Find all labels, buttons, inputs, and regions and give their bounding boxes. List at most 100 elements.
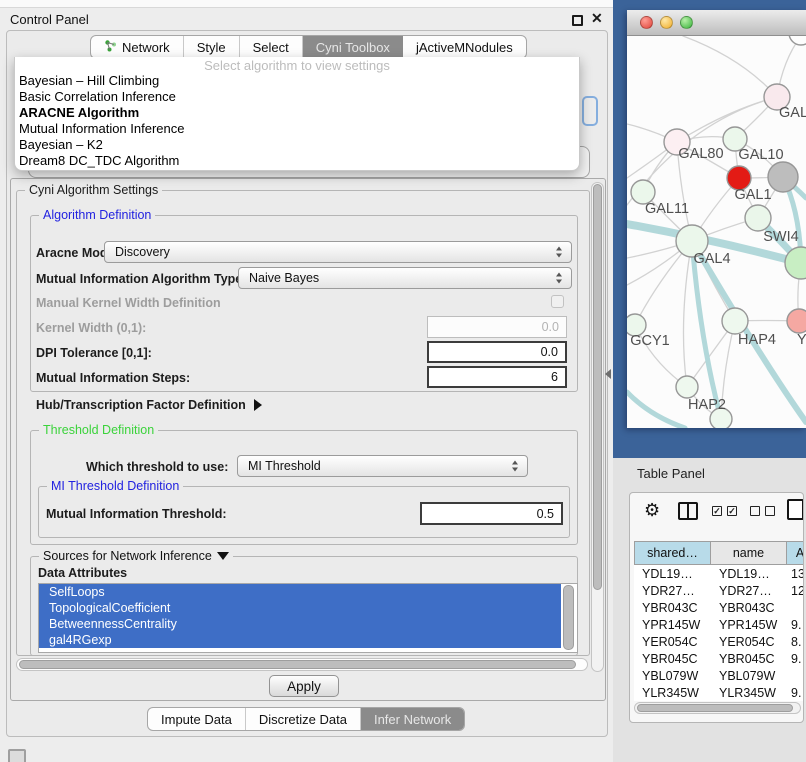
- attribute-item[interactable]: SelfLoops: [39, 584, 561, 600]
- tab-jactivemnodules[interactable]: jActiveMNodules: [403, 36, 526, 58]
- table-row[interactable]: YBL079WYBL079W: [634, 667, 804, 684]
- node-swi4[interactable]: [745, 205, 771, 231]
- table-cell[interactable]: 9.: [787, 686, 804, 700]
- manual-kernel-checkbox[interactable]: [551, 295, 564, 308]
- algorithm-option[interactable]: Bayesian – Hill Climbing: [15, 73, 579, 89]
- tab-impute-data[interactable]: Impute Data: [148, 708, 246, 730]
- tab-discretize-data[interactable]: Discretize Data: [246, 708, 361, 730]
- table-row[interactable]: YDR27…YDR27…12: [634, 582, 804, 599]
- attribute-item[interactable]: BetweennessCentrality: [39, 616, 561, 632]
- column-header[interactable]: name: [711, 541, 787, 565]
- settings-hscroll-thumb[interactable]: [19, 660, 576, 669]
- table-row[interactable]: YBR043CYBR043C: [634, 599, 804, 616]
- table-cell[interactable]: YDL19…: [634, 567, 711, 581]
- settings-gear-icon[interactable]: ⚙: [644, 501, 660, 519]
- table-cell[interactable]: YER054C: [711, 635, 787, 649]
- tab-infer-network[interactable]: Infer Network: [361, 708, 464, 730]
- table-hscroll-thumb[interactable]: [637, 704, 793, 712]
- cyni-settings-title: Cyni Algorithm Settings: [25, 183, 162, 197]
- collapsed-arrow-icon: [254, 399, 262, 411]
- network-window-titlebar[interactable]: [627, 10, 806, 36]
- table-cell[interactable]: 9.: [787, 618, 804, 632]
- close-icon[interactable]: ✕: [591, 10, 603, 27]
- tab-network[interactable]: Network: [91, 36, 184, 58]
- node-top[interactable]: [789, 36, 806, 45]
- node-hap2[interactable]: [676, 376, 698, 398]
- tab-cyni-toolbox[interactable]: Cyni Toolbox: [303, 36, 403, 58]
- minimize-traffic-light[interactable]: [660, 16, 673, 29]
- table-row[interactable]: YBR045CYBR045C9.: [634, 650, 804, 667]
- table-cell[interactable]: YDR27…: [634, 584, 711, 598]
- table-cell[interactable]: YDR27…: [711, 584, 787, 598]
- table-row[interactable]: YER054CYER054C8.: [634, 633, 804, 650]
- split-view-icon[interactable]: [678, 502, 698, 520]
- table-cell[interactable]: 12: [787, 584, 804, 598]
- dpi-tolerance-field[interactable]: 0.0: [427, 341, 567, 363]
- table-hscroll-track[interactable]: [634, 702, 801, 714]
- algorithm-option[interactable]: Mutual Information Inference: [15, 121, 579, 137]
- threshold-definition-title: Threshold Definition: [39, 423, 158, 437]
- table-panel-title: Table Panel: [637, 466, 705, 481]
- table-cell[interactable]: YER054C: [634, 635, 711, 649]
- show-columns-icon[interactable]: ✓: [727, 506, 737, 516]
- mi-steps-label: Mutual Information Steps:: [36, 371, 190, 385]
- network-canvas[interactable]: GALGAL80GAL10GAL1GAL11SWI4GAL4GCY1HAP4YH…: [627, 36, 806, 428]
- algorithm-option[interactable]: Basic Correlation Inference: [15, 89, 579, 105]
- table-cell[interactable]: YPR145W: [711, 618, 787, 632]
- algorithm-option[interactable]: Bayesian – K2: [15, 137, 579, 153]
- zoom-traffic-light[interactable]: [680, 16, 693, 29]
- kernel-width-field[interactable]: 0.0: [427, 316, 567, 338]
- new-table-icon[interactable]: [787, 499, 804, 520]
- table-cell[interactable]: 13: [787, 567, 804, 581]
- table-row[interactable]: YLR345WYLR345W9.: [634, 684, 804, 701]
- minimized-panel-icon[interactable]: [8, 749, 26, 762]
- table-cell[interactable]: YBR043C: [711, 601, 787, 615]
- aracne-mode-combo[interactable]: Discovery: [104, 241, 572, 263]
- spinner-icon: [556, 273, 563, 284]
- table-cell[interactable]: 8.: [787, 635, 804, 649]
- spinner-icon: [512, 461, 519, 472]
- mi-threshold-field[interactable]: 0.5: [420, 502, 563, 525]
- table-cell[interactable]: YLR345W: [634, 686, 711, 700]
- column-header[interactable]: shared…: [634, 541, 711, 565]
- node-salmon[interactable]: [787, 309, 806, 333]
- algorithm-option[interactable]: ARACNE Algorithm: [15, 105, 579, 121]
- table-cell[interactable]: YPR145W: [634, 618, 711, 632]
- table-row[interactable]: YPR145WYPR145W9.: [634, 616, 804, 633]
- mi-threshold-label: Mutual Information Threshold:: [46, 507, 227, 521]
- network-edge: [683, 36, 777, 97]
- float-icon[interactable]: [572, 15, 583, 26]
- algorithm-option[interactable]: Dream8 DC_TDC Algorithm: [15, 153, 579, 169]
- data-attributes-list[interactable]: SelfLoopsTopologicalCoefficientBetweenne…: [38, 583, 578, 653]
- node-gray[interactable]: [768, 162, 798, 192]
- settings-vscroll-thumb[interactable]: [593, 184, 602, 590]
- table-row[interactable]: YDL19…YDL19…13: [634, 565, 804, 582]
- attribute-item[interactable]: gal4RGexp: [39, 632, 561, 648]
- attribute-item[interactable]: TopologicalCoefficient: [39, 600, 561, 616]
- tab-style[interactable]: Style: [184, 36, 240, 58]
- hub-section-toggle[interactable]: Hub/Transcription Factor Definition: [36, 398, 262, 412]
- table-cell[interactable]: YBR045C: [711, 652, 787, 666]
- tab-select[interactable]: Select: [240, 36, 303, 58]
- table-cell[interactable]: YBL079W: [711, 669, 787, 683]
- apply-button[interactable]: Apply: [269, 675, 339, 697]
- sources-toggle[interactable]: Sources for Network Inference: [39, 549, 233, 563]
- mi-steps-field[interactable]: 6: [427, 366, 567, 388]
- show-columns-icon[interactable]: ✓: [712, 506, 722, 516]
- splitter-collapse-arrow[interactable]: [605, 369, 611, 379]
- attributes-scrollbar-thumb[interactable]: [563, 585, 574, 650]
- table-cell[interactable]: YBR045C: [634, 652, 711, 666]
- close-traffic-light[interactable]: [640, 16, 653, 29]
- column-header[interactable]: A: [787, 541, 804, 565]
- hide-columns-icon[interactable]: [765, 506, 775, 516]
- table-cell[interactable]: YBL079W: [634, 669, 711, 683]
- mi-type-combo[interactable]: Naive Bayes: [238, 267, 572, 289]
- hide-columns-icon[interactable]: [750, 506, 760, 516]
- dpi-tolerance-label: DPI Tolerance [0,1]:: [36, 346, 152, 360]
- table-cell[interactable]: YLR345W: [711, 686, 787, 700]
- which-threshold-combo[interactable]: MI Threshold: [237, 455, 528, 477]
- table-cell[interactable]: 9.: [787, 652, 804, 666]
- table-cell[interactable]: YDL19…: [711, 567, 787, 581]
- node-hap4[interactable]: [722, 308, 748, 334]
- table-cell[interactable]: YBR043C: [634, 601, 711, 615]
